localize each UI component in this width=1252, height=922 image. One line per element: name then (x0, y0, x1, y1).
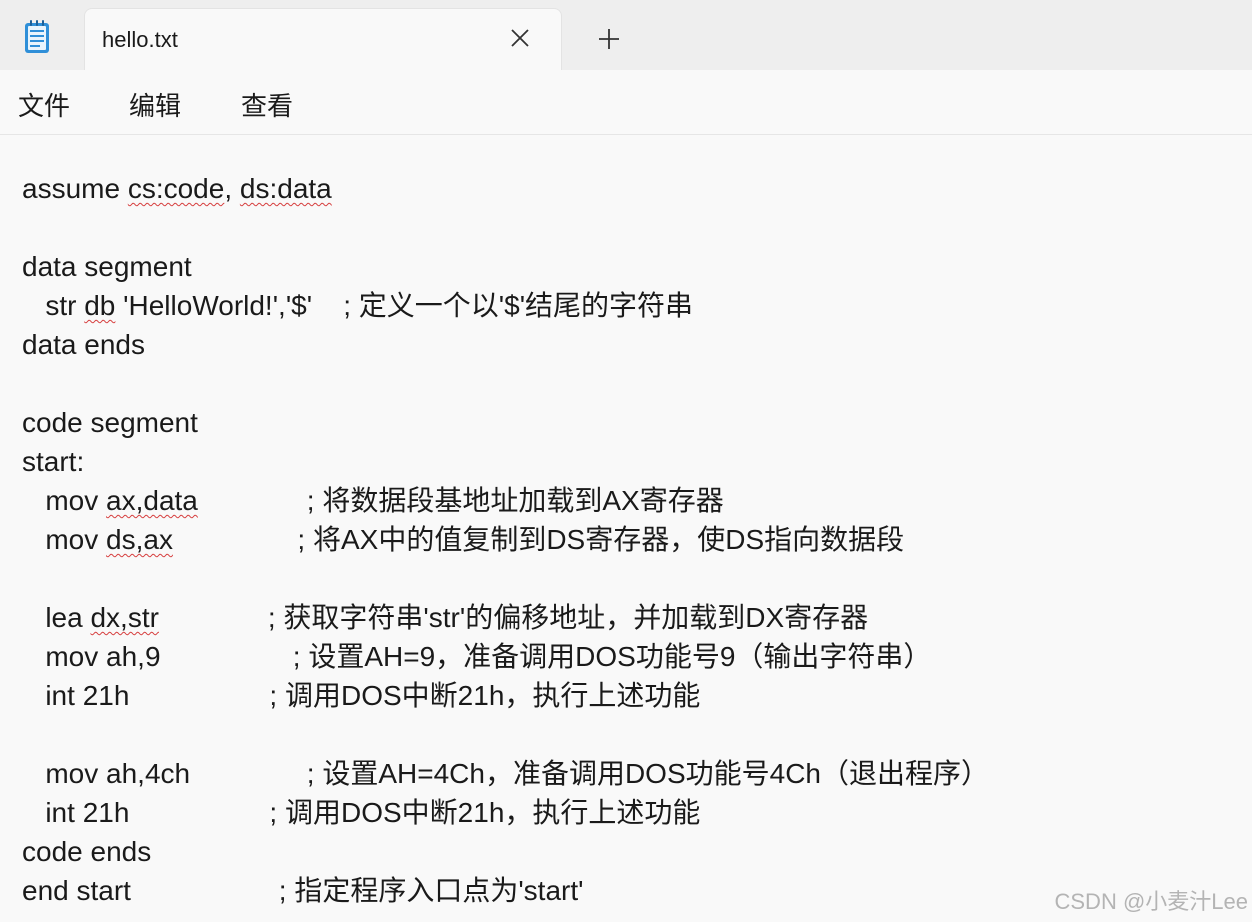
editor-line: code segment (22, 403, 989, 442)
editor-line: str db 'HelloWorld!','$' ; 定义一个以'$'结尾的字符… (22, 286, 989, 325)
text-segment: int 21h ; 调用DOS中断21h，执行上述功能 (22, 797, 701, 828)
menu-file[interactable]: 文件 (18, 86, 70, 123)
text-segment: int 21h ; 调用DOS中断21h，执行上述功能 (22, 680, 701, 711)
editor-line: mov ah,4ch ; 设置AH=4Ch，准备调用DOS功能号4Ch（退出程序… (22, 754, 989, 793)
text-segment: lea (22, 602, 91, 633)
tab-hello-txt[interactable]: hello.txt (84, 8, 562, 70)
plus-icon[interactable] (597, 27, 621, 51)
text-segment: data segment (22, 251, 192, 282)
editor-line: start: (22, 442, 989, 481)
spellcheck-flagged-text: ds,ax (106, 524, 173, 555)
editor-line: mov ds,ax ; 将AX中的值复制到DS寄存器，使DS指向数据段 (22, 520, 989, 559)
text-segment: ; 获取字符串'str'的偏移地址，并加载到DX寄存器 (158, 602, 869, 633)
editor-line: int 21h ; 调用DOS中断21h，执行上述功能 (22, 793, 989, 832)
text-segment: mov ah,9 ; 设置AH=9，准备调用DOS功能号9（输出字符串） (22, 641, 932, 672)
text-segment: str (22, 290, 85, 321)
editor-line: code ends (22, 832, 989, 871)
tab-title: hello.txt (102, 27, 178, 52)
spellcheck-flagged-text: cs:code (127, 173, 225, 204)
watermark: CSDN @小麦汁Lee (1054, 889, 1249, 914)
text-editor[interactable]: assume cs:code, ds:data data segment str… (0, 135, 1252, 922)
text-segment: end start ; 指定程序入口点为'start' (22, 875, 584, 906)
text-segment: ; 将数据段基地址加载到AX寄存器 (197, 485, 724, 516)
editor-line: mov ah,9 ; 设置AH=9，准备调用DOS功能号9（输出字符串） (22, 637, 989, 676)
editor-line: data segment (22, 247, 989, 286)
editor-line: assume cs:code, ds:data (22, 169, 989, 208)
menu-view[interactable]: 查看 (241, 86, 293, 123)
close-icon[interactable] (509, 27, 531, 49)
text-segment: assume (22, 173, 128, 204)
menu-edit[interactable]: 编辑 (129, 86, 181, 123)
editor-line: data ends (22, 325, 989, 364)
editor-line: end start ; 指定程序入口点为'start' (22, 871, 989, 910)
text-segment: mov ah,4ch ; 设置AH=4Ch，准备调用DOS功能号4Ch（退出程序… (22, 758, 989, 789)
text-segment: mov (22, 524, 107, 555)
text-segment: mov (22, 485, 107, 516)
title-bar: hello.txt (0, 0, 1252, 70)
text-segment: ; 将AX中的值复制到DS寄存器，使DS指向数据段 (172, 524, 905, 555)
text-segment: code segment (22, 407, 198, 438)
editor-line: mov ax,data ; 将数据段基地址加载到AX寄存器 (22, 481, 989, 520)
editor-line: lea dx,str ; 获取字符串'str'的偏移地址，并加载到DX寄存器 (22, 598, 989, 637)
editor-content[interactable]: assume cs:code, ds:data data segment str… (22, 169, 989, 910)
text-segment: code ends (22, 836, 152, 867)
editor-line: int 21h ; 调用DOS中断21h，执行上述功能 (22, 676, 989, 715)
text-segment: 'HelloWorld!','$' ; 定义一个以'$'结尾的字符串 (115, 290, 694, 321)
spellcheck-flagged-text: ds:data (239, 173, 332, 204)
menu-bar: 文件 编辑 查看 (0, 70, 1252, 135)
text-segment: , (224, 173, 240, 204)
spellcheck-flagged-text: ax,data (106, 485, 198, 516)
spellcheck-flagged-text: db (84, 290, 116, 321)
text-segment: start: (22, 446, 85, 477)
notepad-icon (25, 20, 49, 53)
text-segment: data ends (22, 329, 145, 360)
spellcheck-flagged-text: dx,str (90, 602, 159, 633)
